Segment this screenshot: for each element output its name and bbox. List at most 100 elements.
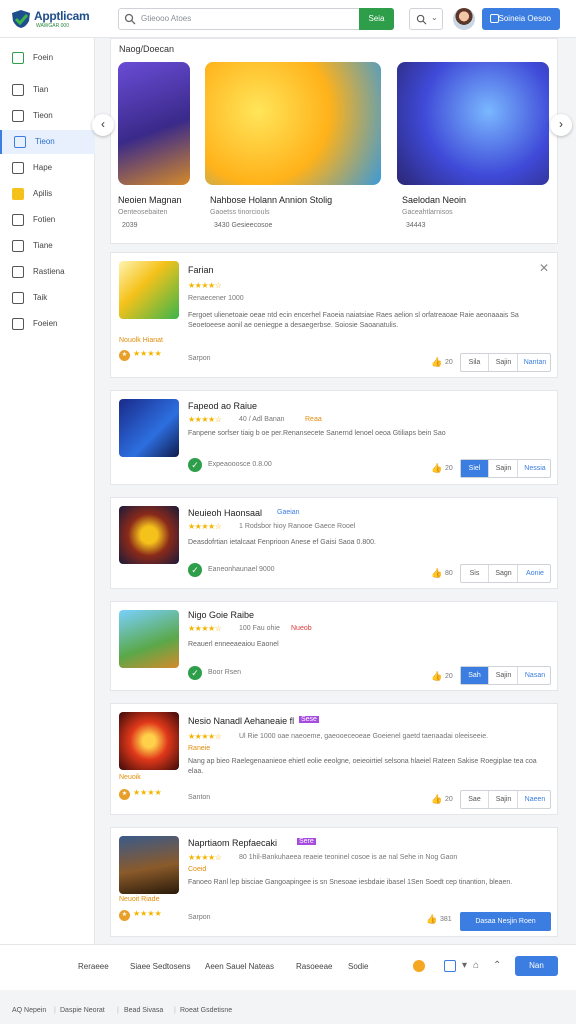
featured-card-1-image[interactable] (118, 62, 190, 185)
search-button[interactable]: Seia (359, 8, 394, 30)
sidebar-item-2[interactable]: Tian (0, 78, 95, 102)
app-thumbnail[interactable] (119, 399, 179, 457)
action-button-2[interactable]: Sajin (490, 354, 518, 371)
thumbs-up-icon[interactable]: 👍 (431, 671, 442, 682)
action-button-1[interactable]: Sah (461, 667, 489, 684)
featured-card-3-image[interactable] (397, 62, 549, 185)
featured-card-3-name[interactable]: Saelodan Neoin (402, 195, 466, 205)
app-version: Sarpon (188, 355, 211, 362)
action-buttons: Sah Sajin Nasan (460, 666, 551, 685)
app-card[interactable]: Farian ★★★★☆ Renaecener 1000 Fergoet uli… (110, 252, 558, 378)
app-card[interactable]: Naprtiaom Repfaecaki Sere ★★★★☆ 80 1hil-… (110, 827, 558, 937)
header-cta-button[interactable]: Soineia Oesoo (482, 8, 560, 30)
app-description: Fanoeo Ranl lep bisciae Gangoapingee is … (188, 879, 513, 886)
footer-link-4[interactable]: Rasoeeae (296, 962, 332, 971)
brand-logo[interactable]: Apptlicam WAWGAR 000 (8, 6, 100, 32)
bottom-link-3[interactable]: Bead Sivasa (124, 1007, 163, 1014)
sidebar-item-3[interactable]: Tieon (0, 104, 95, 128)
app-card[interactable]: Fapeod ao Raiue ★★★★☆ 40 / Adl Banan Rea… (110, 390, 558, 485)
app-thumbnail[interactable] (119, 610, 179, 668)
action-button-3[interactable]: Naeen (519, 791, 551, 808)
app-thumbnail[interactable] (119, 506, 179, 564)
sidebar-item-label: Fotien (33, 215, 56, 224)
sidebar-item-6[interactable]: Apilis (0, 182, 95, 206)
language-selector[interactable]: ⌄ (409, 8, 443, 30)
home-outline-icon[interactable]: ⌂ (473, 960, 485, 972)
app-title[interactable]: Nigo Goie Raibe (188, 610, 254, 620)
thumbs-up-icon[interactable]: 👍 (431, 794, 442, 805)
coin-icon[interactable] (413, 960, 425, 972)
search-input[interactable]: Gtieooo Atoes (141, 14, 191, 23)
app-thumbnail[interactable] (119, 261, 179, 319)
action-buttons: Sis Sagn Aonie (460, 564, 551, 583)
bottom-link-4[interactable]: Roeat Gsdetisne (180, 1007, 232, 1014)
carousel-prev-arrow[interactable]: ‹ (92, 114, 114, 136)
action-button-3[interactable]: Nasan (519, 667, 551, 684)
action-button-1[interactable]: Sila (461, 354, 489, 371)
chart-icon (12, 240, 24, 252)
close-icon[interactable]: ✕ (539, 261, 549, 275)
bottom-link-1[interactable]: AQ Nepein (12, 1007, 46, 1014)
sidebar-item-10[interactable]: Taik (0, 286, 95, 310)
chevron-up-icon[interactable]: ⌃ (493, 960, 505, 972)
app-description: Fanpene sorfser tiaig b oe per.Renansece… (188, 430, 446, 437)
sidebar-item-home[interactable]: Foein (0, 46, 95, 70)
sidebar: Foein Tian Tieon Tieon Hape Apilis Fotie… (0, 38, 95, 944)
sidebar-item-active[interactable]: Tieon (0, 130, 95, 154)
action-button-1[interactable]: Sae (461, 791, 489, 808)
footer-link-5[interactable]: Sodie (348, 962, 368, 971)
footer-link-3[interactable]: Aeen Sauel Nateas (205, 962, 274, 971)
thumbs-up-icon[interactable]: 👍 (431, 357, 442, 368)
rating-text: 1 Rodsbor hioy Ranooe Gaece Rooel (239, 523, 356, 530)
carousel-next-arrow[interactable]: › (550, 114, 572, 136)
like-count: 20 (445, 673, 453, 680)
sidebar-item-9[interactable]: Rastiena (0, 260, 95, 284)
action-button-2[interactable]: Sajin (490, 791, 518, 808)
featured-card-1-name[interactable]: Neoien Magnan (118, 195, 182, 205)
brand-name: Apptlicam (34, 9, 90, 23)
sidebar-item-8[interactable]: Tiane (0, 234, 95, 258)
action-button-3[interactable]: Nessia (519, 460, 551, 477)
bottom-link-2[interactable]: Daspie Neorat (60, 1007, 105, 1014)
action-button-1[interactable]: Sis (461, 565, 489, 582)
app-card[interactable]: Neuieoh Haonsaal Gaeian ★★★★☆ 1 Rodsbor … (110, 497, 558, 589)
app-title[interactable]: Fapeod ao Raiue (188, 401, 257, 411)
sidebar-item-label: Foeien (33, 319, 58, 328)
sidebar-item-11[interactable]: Foeien (0, 312, 95, 336)
primary-action-button[interactable]: Dasaa Nesjin Roen (460, 912, 551, 931)
app-version: Boor Rsen (208, 669, 242, 676)
app-title[interactable]: Nesio Nanadl Aehaneaie fl (188, 716, 294, 726)
action-button-1[interactable]: Siel (461, 460, 489, 477)
avatar[interactable] (453, 8, 475, 30)
like-count: 20 (445, 796, 453, 803)
sidebar-item-5[interactable]: Hape (0, 156, 95, 180)
app-title[interactable]: Neuieoh Haonsaal (188, 508, 262, 518)
app-title[interactable]: Naprtiaom Repfaecaki (188, 838, 277, 848)
action-button-3[interactable]: Aonie (519, 565, 551, 582)
sidebar-item-label: Tiane (33, 241, 53, 250)
app-subtag: Raneie (188, 745, 211, 752)
action-button-2[interactable]: Sagn (490, 565, 518, 582)
app-card[interactable]: Nigo Goie Raibe ★★★★☆ 100 Fau ohie Nueob… (110, 601, 558, 691)
sidebar-item-label: Foein (33, 53, 54, 62)
footer-link-2[interactable]: Siaee Sedtosens (130, 962, 191, 971)
app-title[interactable]: Farian (188, 265, 214, 275)
action-button-2[interactable]: Sajin (490, 667, 518, 684)
app-tag: Reaa (305, 416, 322, 423)
app-thumbnail[interactable] (119, 712, 179, 770)
app-thumbnail[interactable] (119, 836, 179, 894)
thumbs-up-icon[interactable]: 👍 (426, 914, 437, 925)
footer-link-1[interactable]: Reraeee (78, 962, 109, 971)
footer-button[interactable]: Nan (515, 956, 558, 976)
thumbs-up-icon[interactable]: 👍 (431, 568, 442, 579)
sidebar-item-7[interactable]: Fotien (0, 208, 95, 232)
thumbs-up-icon[interactable]: 👍 (431, 463, 442, 474)
featured-title: Naog/Doecan (119, 44, 175, 54)
search-bar: Gtieooo Atoes Seia (118, 8, 394, 30)
action-button-3[interactable]: Nantan (519, 354, 551, 371)
app-card[interactable]: Nesio Nanadl Aehaneaie fl Sese ★★★★☆ Ul … (110, 703, 558, 815)
mail-icon[interactable] (444, 960, 456, 972)
featured-card-2-image[interactable] (205, 62, 381, 185)
featured-card-2-name[interactable]: Nahbose Holann Annion Stolig (210, 195, 332, 205)
action-button-2[interactable]: Sajin (490, 460, 518, 477)
